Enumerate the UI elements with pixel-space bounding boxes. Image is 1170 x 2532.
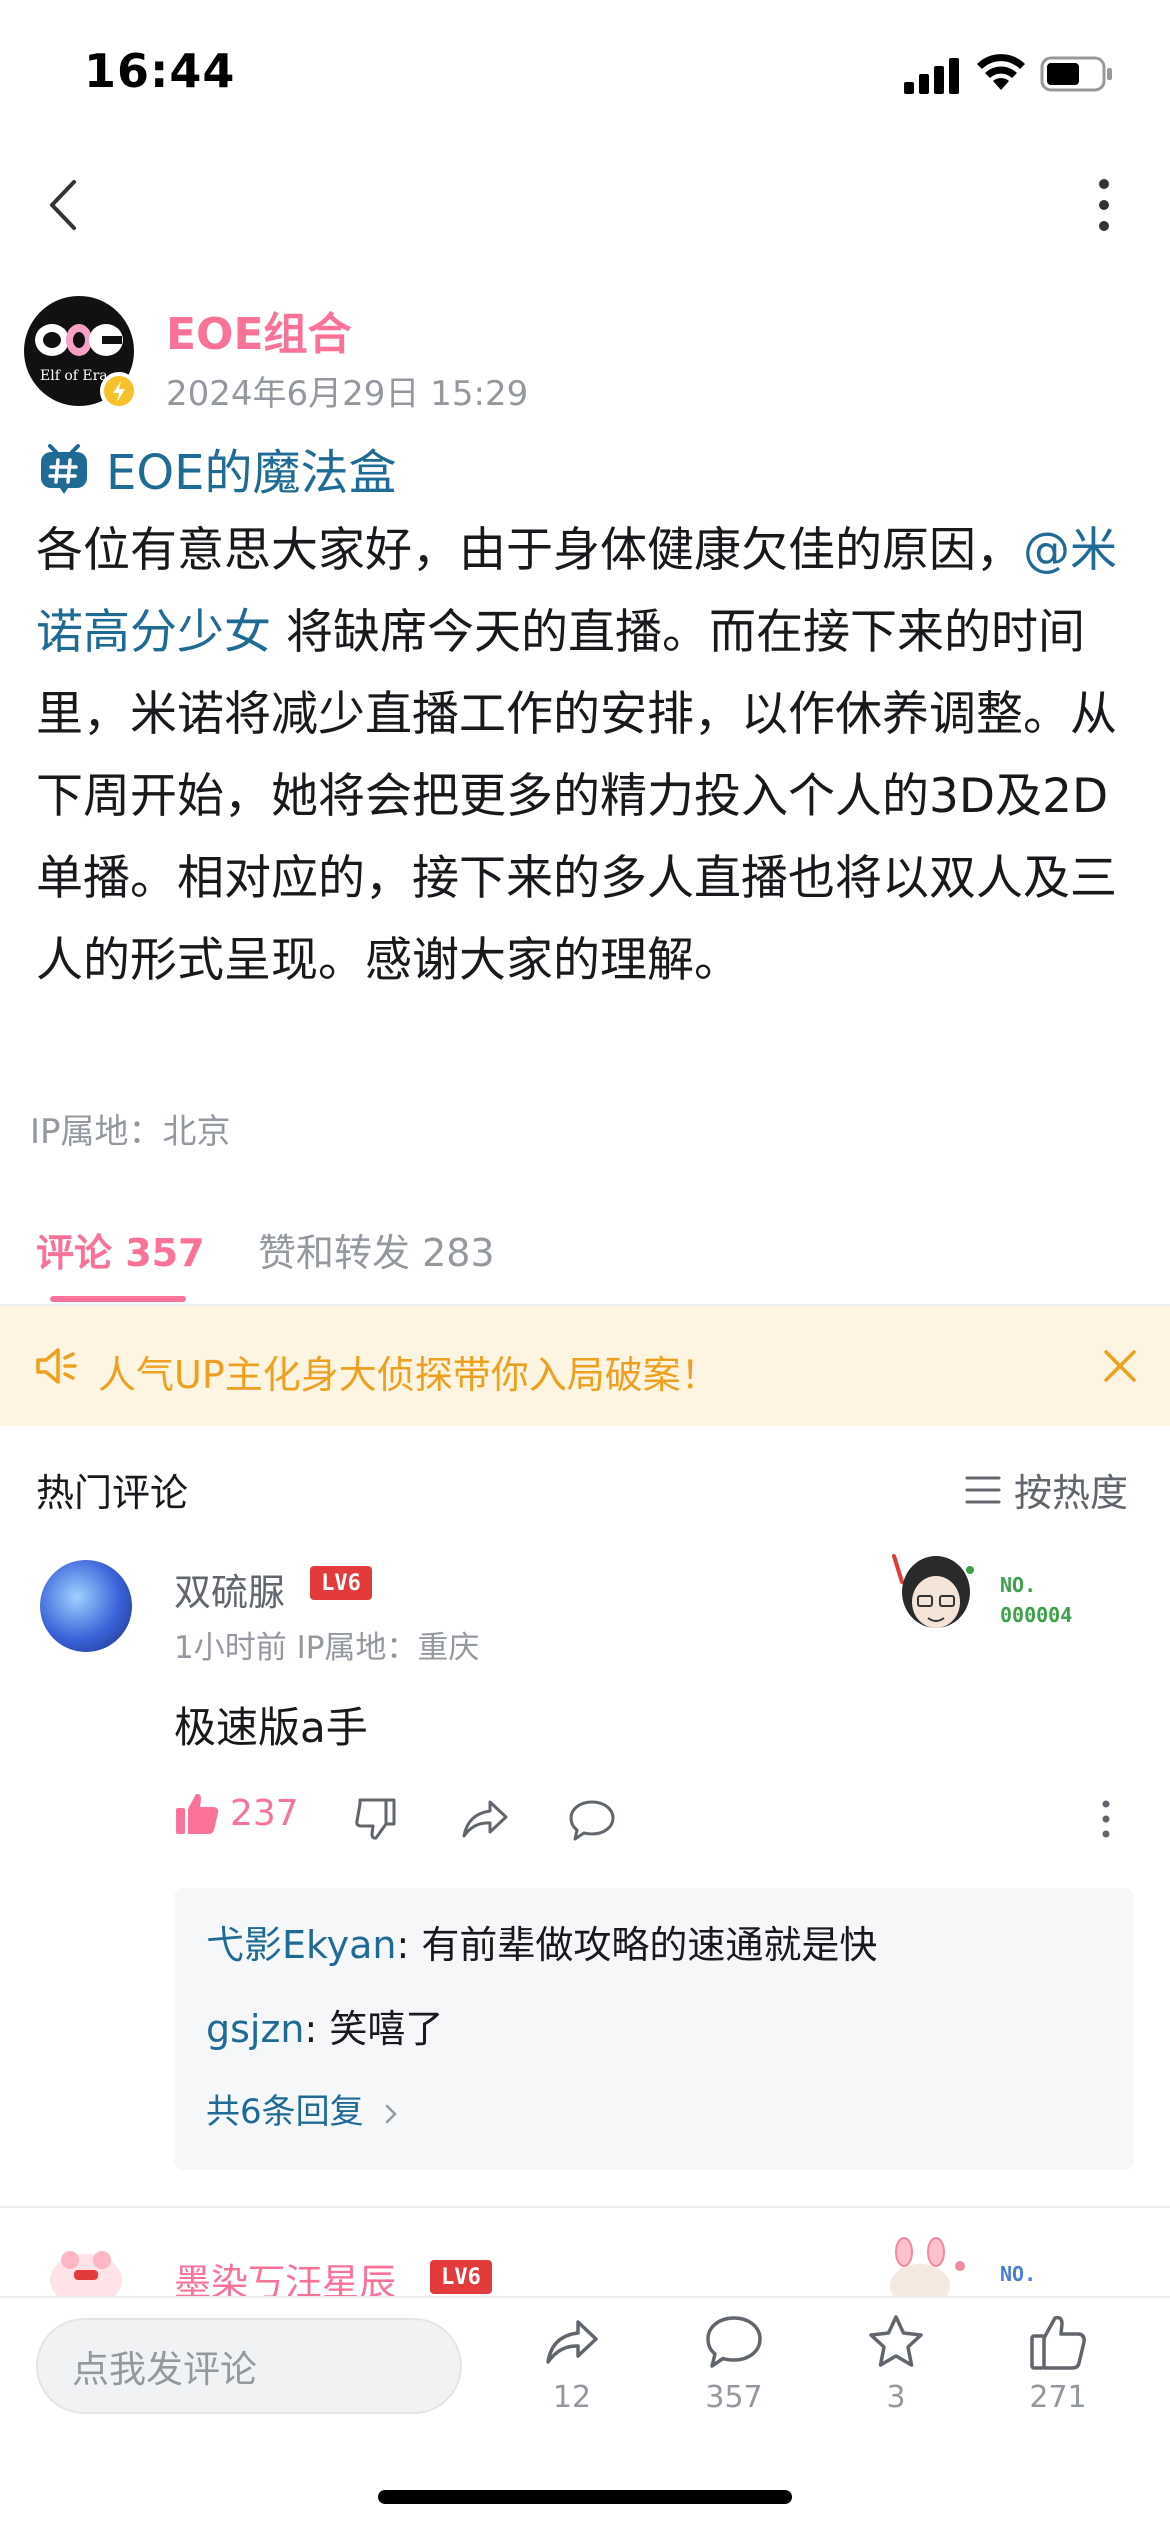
back-icon[interactable] — [40, 170, 90, 240]
post-ip-location: IP属地：北京 — [30, 1112, 231, 1152]
hot-comments-title: 热门评论 — [36, 1471, 189, 1515]
tab-comments[interactable]: 评论 357 — [36, 1222, 205, 1277]
fan-number-value: 000004 — [1000, 1603, 1073, 1627]
reply-text: : 有前辈做攻略的速通就是快 — [396, 1923, 878, 1967]
reply-preview-box[interactable]: 弋影Ekyan: 有前辈做攻略的速通就是快 gsjzn: 笑嘻了 共6条回复 — [174, 1888, 1134, 2170]
status-bar: 16:44 — [0, 0, 1170, 150]
star-icon — [869, 2315, 923, 2367]
favorite-button[interactable]: 3 — [836, 2312, 956, 2415]
level-badge: LV6 — [310, 1566, 372, 1600]
comment-icon — [706, 2316, 762, 2368]
topic-hashtag-icon — [41, 444, 87, 494]
reply-icon[interactable] — [568, 1798, 616, 1842]
favorite-count: 3 — [886, 2380, 906, 2415]
comment-actions: 237 — [174, 1790, 1134, 1850]
active-tab-indicator — [50, 1296, 186, 1302]
reply-item[interactable]: gsjzn: 笑嘻了 — [206, 1998, 443, 2053]
tab-likes-reposts[interactable]: 赞和转发 283 — [258, 1222, 495, 1277]
level-badge: LV6 — [430, 2260, 492, 2294]
share-count: 12 — [552, 2380, 592, 2415]
share-icon — [546, 2320, 598, 2364]
comment-input[interactable]: 点我发评论 — [36, 2318, 462, 2414]
chevron-right-icon — [386, 2104, 398, 2123]
comment-text: 极速版a手 — [174, 1703, 368, 1752]
status-time: 16:44 — [84, 44, 236, 98]
fan-badge-icon — [890, 2237, 965, 2300]
reply-username[interactable]: 弋影Ekyan — [206, 1923, 397, 1967]
post-text-start: 各位有意思大家好，由于身体健康欠佳的原因， — [36, 523, 1023, 578]
sort-list-icon — [965, 1476, 1001, 1503]
comment-more-icon[interactable] — [1096, 1794, 1116, 1844]
share-button[interactable]: 12 — [512, 2312, 632, 2415]
speaker-icon — [36, 1348, 77, 1384]
author-avatar[interactable]: Elf of Era — [24, 296, 138, 410]
topic-label: EOE的魔法盒 — [106, 445, 397, 501]
notice-banner[interactable]: 人气UP主化身大侦探带你入局破案！ — [0, 1306, 1170, 1426]
verified-badge-icon — [100, 372, 138, 410]
reply-item[interactable]: 弋影Ekyan: 有前辈做攻略的速通就是快 — [206, 1914, 877, 1969]
topic-tag[interactable]: EOE的魔法盒 — [38, 436, 397, 501]
thumbs-up-icon — [176, 1793, 219, 1834]
view-all-replies-label: 共6条回复 — [206, 2092, 364, 2132]
more-options-icon[interactable] — [1085, 170, 1123, 240]
like-post-button[interactable]: 271 — [998, 2312, 1118, 2415]
thumbs-up-icon — [1030, 2315, 1086, 2370]
reply-text: : 笑嘻了 — [304, 2007, 444, 2051]
like-count: 271 — [1029, 2380, 1087, 2415]
commenter-avatar[interactable] — [40, 1560, 132, 1652]
battery-icon — [1040, 56, 1112, 92]
eoe-logo-icon — [35, 324, 123, 356]
reply-username[interactable]: gsjzn — [206, 2007, 305, 2051]
wifi-icon — [977, 54, 1025, 90]
commenter-name[interactable]: 双硫脲 — [174, 1562, 285, 1616]
post-text-end: 将缺席今天的直播。而在接下来的时间里，米诺将减少直播工作的安排，以作休养调整。从… — [36, 605, 1117, 988]
fan-badge-icon — [892, 1554, 974, 1628]
comment-count: 357 — [705, 2380, 763, 2415]
fan-number: NO. 000004 — [1000, 1570, 1072, 1630]
comment-divider — [0, 2206, 1170, 2208]
post-content: 各位有意思大家好，由于身体健康欠佳的原因，@米诺高分少女 将缺席今天的直播。而在… — [36, 510, 1136, 1002]
post-time: 2024年6月29日 15:29 — [166, 374, 529, 414]
notice-text[interactable]: 人气UP主化身大侦探带你入局破案！ — [98, 1344, 719, 1399]
close-icon[interactable] — [1100, 1346, 1140, 1386]
home-indicator[interactable] — [378, 2490, 792, 2504]
fan-number-label: NO. — [1000, 2262, 1037, 2286]
thumbs-down-icon[interactable] — [352, 1796, 398, 1842]
comment-meta: 1小时前 IP属地：重庆 — [174, 1630, 480, 1666]
share-icon[interactable] — [460, 1798, 510, 1840]
fan-number-label: NO. — [1000, 1573, 1037, 1597]
like-button[interactable]: 237 — [174, 1790, 299, 1836]
sort-button[interactable]: 按热度 — [964, 1462, 1128, 1517]
comment-button[interactable]: 357 — [674, 2312, 794, 2415]
like-count: 237 — [230, 1792, 299, 1834]
view-all-replies-link[interactable]: 共6条回复 — [206, 2084, 400, 2133]
cellular-signal-icon — [904, 58, 959, 94]
commenter-avatar[interactable] — [40, 2240, 132, 2300]
sort-label: 按热度 — [1014, 1471, 1129, 1515]
author-name[interactable]: EOE组合 — [166, 298, 352, 362]
